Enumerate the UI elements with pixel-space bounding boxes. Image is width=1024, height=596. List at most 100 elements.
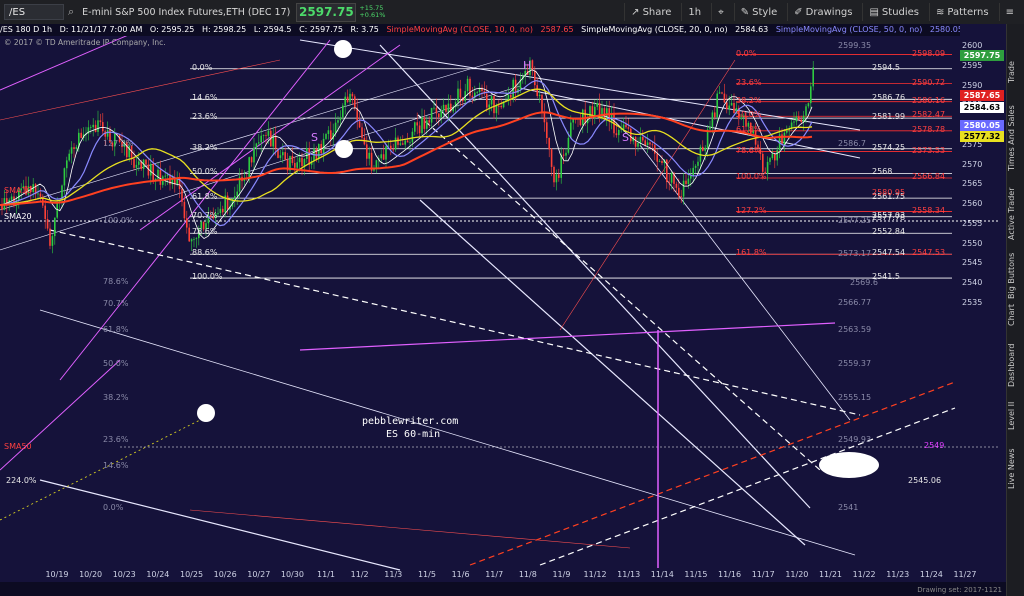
candle-body (565, 152, 567, 156)
sidebar-tab-dashboard[interactable]: Dashboard (1007, 340, 1024, 390)
gray-label: 2599.35 (838, 41, 872, 50)
fib-left-value: 2581.99 (872, 112, 906, 122)
candle-body (714, 112, 716, 118)
gray-label: 2563.59 (838, 325, 872, 334)
share-button[interactable]: ↗ Share (624, 3, 677, 21)
candle-body (769, 158, 771, 162)
date-tick: 11/21 (818, 570, 842, 579)
candle-body (692, 167, 694, 176)
candle-body (680, 196, 682, 198)
candle-body (793, 121, 795, 123)
candle-body (404, 140, 406, 145)
candle-body (795, 116, 798, 122)
trendline (0, 59, 281, 121)
candle-body (255, 143, 258, 148)
candle-body (306, 148, 308, 160)
date-tick: 10/24 (146, 570, 170, 579)
candle-body (308, 148, 310, 165)
candle-body (433, 107, 435, 109)
fib-left-pct: 38.2% (192, 142, 218, 152)
candle-body (390, 145, 392, 150)
sidebar-tab-active-trader[interactable]: Active Trader (1007, 184, 1024, 244)
candle-body (226, 195, 229, 210)
candle-body (498, 105, 500, 107)
sidebar-tab-chart[interactable]: Chart (1007, 300, 1024, 330)
sidebar-tab-big-buttons[interactable]: Big Buttons (1007, 246, 1024, 306)
candle-body (654, 145, 656, 154)
candle-body (634, 136, 637, 147)
candle-body (330, 130, 332, 140)
fib-red-value: 2547.53 (912, 248, 946, 258)
candle-body (37, 193, 39, 195)
candle-body (442, 104, 445, 111)
sidebar-tab-trade[interactable]: Trade (1007, 52, 1024, 92)
crosshair-button[interactable]: ⌖ (711, 3, 730, 21)
candle-body (553, 166, 555, 183)
date-tick: 10/30 (280, 570, 304, 579)
date-tick: 11/13 (617, 570, 641, 579)
date-tick: 11/6 (451, 570, 470, 579)
studies-button[interactable]: ▤ Studies (862, 3, 925, 21)
footer-bar (0, 582, 1006, 596)
fib-red-pct: 61.8% (736, 124, 762, 134)
sidebar-tab-live-news[interactable]: Live News (1007, 444, 1024, 494)
candle-body (298, 157, 301, 163)
candle-body (771, 153, 774, 159)
date-tick: 11/1 (317, 570, 336, 579)
candle-body (46, 218, 49, 229)
candle-body (615, 133, 618, 136)
candle-body (258, 142, 260, 144)
candle-body (447, 103, 450, 112)
menu-icon: ≡ (1005, 6, 1014, 18)
candle-body (301, 157, 303, 167)
candle-body (186, 218, 188, 228)
candle-body (438, 113, 440, 118)
candle-body (555, 174, 558, 183)
candle-body (327, 130, 330, 135)
candle-body (702, 146, 704, 151)
dashed-trendline (49, 229, 861, 416)
candle-body (250, 157, 253, 163)
fib-red-value: 2586.16 (912, 95, 946, 105)
interval-button[interactable]: 1h (681, 3, 707, 21)
candle-body (682, 180, 685, 197)
candle-body (303, 159, 306, 167)
fib-left-value: 2594.5 (872, 62, 900, 72)
candle-body (618, 129, 620, 136)
right-sidebar: Trade Times And Sales Active Trader Big But… (1006, 24, 1024, 596)
fib-224-label: 224.0% (6, 476, 37, 485)
candle-body (334, 122, 337, 133)
candle-body (625, 124, 627, 128)
candle-body (798, 116, 800, 120)
sidebar-tab-times-and-sales[interactable]: Times And Sales (1007, 98, 1024, 178)
candle-body (152, 164, 154, 181)
candle-body (812, 67, 814, 87)
sma50-label: SMA50 (4, 442, 32, 451)
candle-body (351, 93, 354, 97)
symbol-input[interactable]: /ES (4, 4, 64, 20)
candle-body (639, 136, 642, 143)
marker-circle (335, 140, 353, 158)
marker-circle (197, 404, 215, 422)
fib-red-pct: 0.0% (736, 48, 757, 58)
date-tick: 11/7 (485, 570, 504, 579)
style-button[interactable]: ✎ Style (733, 3, 784, 21)
candle-body (637, 142, 639, 147)
fib-red-value: 2566.84 (912, 171, 946, 181)
candle-body (670, 172, 673, 183)
search-icon[interactable]: ⌕ (68, 5, 74, 19)
patterns-button[interactable]: ≋ Patterns (929, 3, 995, 21)
sidebar-tab-level-ii[interactable]: Level II (1007, 396, 1024, 436)
gray-fib-label: 23.6% (103, 435, 129, 444)
candle-body (68, 153, 70, 161)
menu-button[interactable]: ≡ (998, 3, 1020, 21)
candle-body (274, 135, 277, 149)
candle-body (718, 92, 721, 94)
candle-body (570, 122, 572, 138)
date-tick: 11/17 (751, 570, 775, 579)
drawings-button[interactable]: ✐ Drawings (787, 3, 858, 21)
candle-body (534, 70, 536, 86)
candle-body (63, 168, 66, 186)
gray-label: 2541 (838, 503, 859, 512)
candle-body (488, 104, 490, 108)
